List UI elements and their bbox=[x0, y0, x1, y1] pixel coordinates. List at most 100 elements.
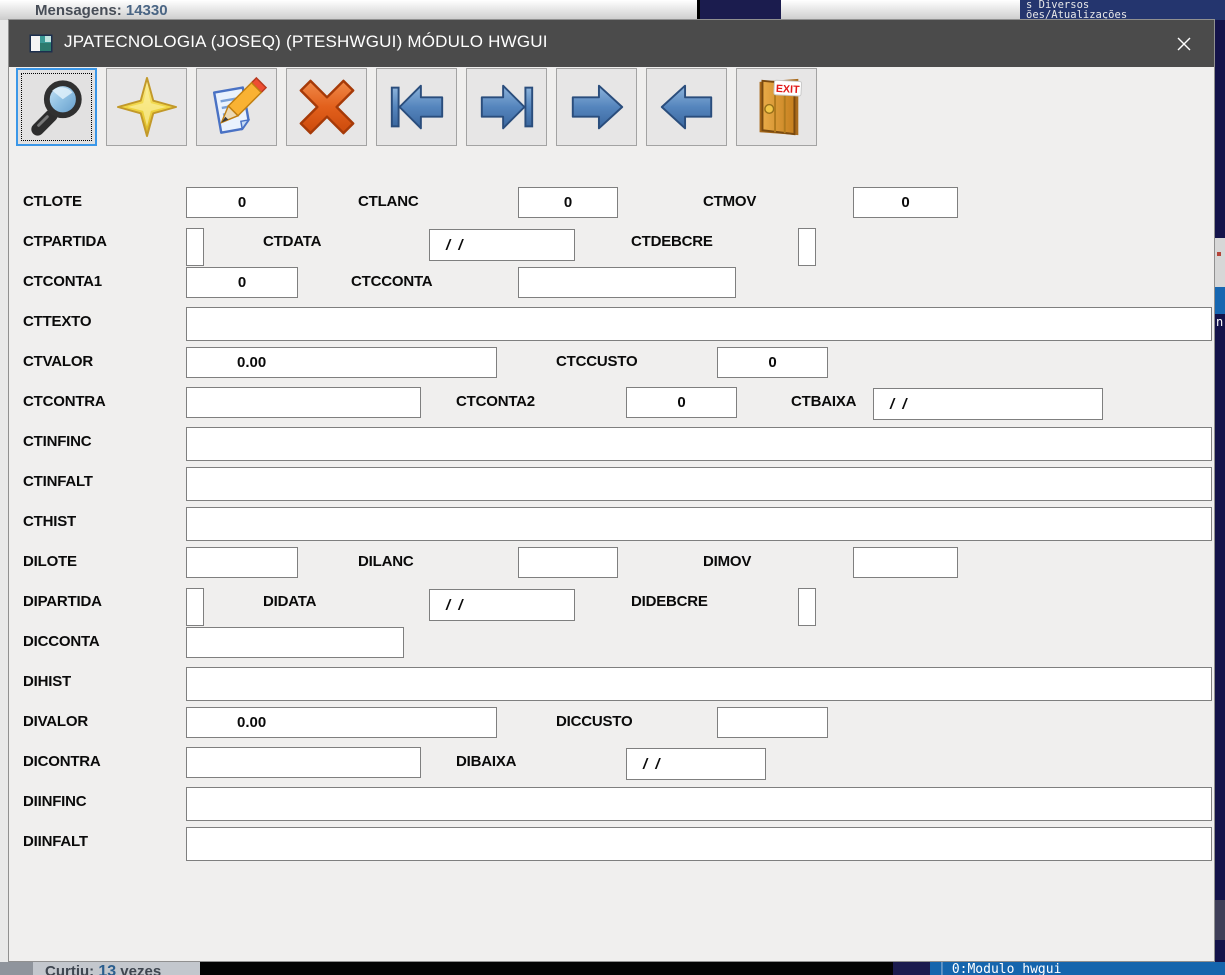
input-ctccusto[interactable]: 0 bbox=[717, 347, 828, 378]
label-ctvalor: CTVALOR bbox=[23, 353, 93, 370]
new-button[interactable] bbox=[106, 68, 187, 146]
value-dibaixa: / / bbox=[643, 755, 662, 773]
delete-button[interactable] bbox=[286, 68, 367, 146]
label-dicontra: DICONTRA bbox=[23, 753, 101, 770]
input-dicconta[interactable] bbox=[186, 627, 404, 658]
label-dipartida: DIPARTIDA bbox=[23, 593, 102, 610]
tmux-separator: │ bbox=[938, 962, 946, 975]
value-ctconta1: 0 bbox=[237, 274, 247, 291]
exit-label: EXIT bbox=[775, 83, 800, 96]
input-diinfalt[interactable] bbox=[186, 827, 1212, 861]
value-divalor: 0.00 bbox=[237, 714, 267, 731]
input-ctbaixa[interactable]: / / bbox=[873, 388, 1103, 420]
input-ctlanc[interactable]: 0 bbox=[518, 187, 618, 218]
input-ctmov[interactable]: 0 bbox=[853, 187, 958, 218]
background-terminal-fragment: s Diversos ões/Atualizações bbox=[1020, 0, 1225, 20]
input-dimov[interactable] bbox=[853, 547, 958, 578]
label-ctbaixa: CTBAIXA bbox=[791, 393, 857, 410]
label-dicconta: DICCONTA bbox=[23, 633, 100, 650]
value-ctccusto: 0 bbox=[768, 354, 777, 371]
label-ctconta1: CTCONTA1 bbox=[23, 273, 102, 290]
close-button[interactable] bbox=[1166, 28, 1202, 60]
input-ctpartida[interactable] bbox=[186, 228, 204, 266]
curtiu-suffix: vezes bbox=[120, 963, 162, 975]
input-ctinfinc[interactable] bbox=[186, 427, 1212, 461]
label-dilanc: DILANC bbox=[358, 553, 414, 570]
value-ctmov: 0 bbox=[901, 194, 910, 211]
input-dicontra[interactable] bbox=[186, 747, 421, 778]
messages-prefix: Mensagens: bbox=[35, 2, 122, 19]
label-ctpartida: CTPARTIDA bbox=[23, 233, 107, 250]
delete-x-icon bbox=[299, 79, 354, 135]
exit-button[interactable]: EXIT bbox=[736, 68, 817, 146]
label-ctmov: CTMOV bbox=[703, 193, 757, 210]
label-ctcontra: CTCONTRA bbox=[23, 393, 106, 410]
input-ctlote[interactable]: 0 bbox=[186, 187, 298, 218]
label-didata: DIDATA bbox=[263, 593, 317, 610]
input-ctvalor[interactable]: 0.00 bbox=[186, 347, 497, 378]
input-ctconta2[interactable]: 0 bbox=[626, 387, 737, 418]
curtiu-count: 13 bbox=[98, 963, 117, 975]
background-right-blue-patch bbox=[1215, 287, 1225, 314]
background-curtiu-text: Curtiu: 13 vezes bbox=[45, 963, 161, 975]
input-ctdebcre[interactable] bbox=[798, 228, 816, 266]
value-ctlanc: 0 bbox=[563, 194, 573, 211]
previous-record-button[interactable] bbox=[646, 68, 727, 146]
screen: Mensagens: 14330 s Diversos ões/Atualiza… bbox=[0, 0, 1225, 975]
background-black-bar bbox=[200, 962, 893, 975]
input-dilanc[interactable] bbox=[518, 547, 618, 578]
window-app-icon bbox=[29, 34, 53, 53]
tmux-status-bar: │ 0:Modulo hwgui bbox=[930, 962, 1225, 975]
tmux-status-text: 0:Modulo hwgui bbox=[951, 962, 1062, 975]
edit-button[interactable] bbox=[196, 68, 277, 146]
input-ctconta1[interactable]: 0 bbox=[186, 267, 298, 298]
label-dimov: DIMOV bbox=[703, 553, 752, 570]
next-record-button[interactable] bbox=[556, 68, 637, 146]
input-dibaixa[interactable]: / / bbox=[626, 748, 766, 780]
value-ctdata: / / bbox=[446, 236, 465, 254]
messages-count: 14330 bbox=[125, 2, 168, 19]
last-record-button[interactable] bbox=[466, 68, 547, 146]
value-ctvalor: 0.00 bbox=[237, 354, 267, 371]
value-ctconta2: 0 bbox=[677, 394, 686, 411]
label-cthist: CTHIST bbox=[23, 513, 76, 530]
close-icon bbox=[1177, 37, 1191, 51]
label-ctconta2: CTCONTA2 bbox=[456, 393, 535, 410]
input-ctdata[interactable]: / / bbox=[429, 229, 575, 261]
label-cttexto: CTTEXTO bbox=[23, 313, 92, 330]
label-ctinfalt: CTINFALT bbox=[23, 473, 93, 490]
edit-document-icon bbox=[212, 76, 267, 134]
arrow-first-icon bbox=[390, 84, 443, 130]
input-ctcconta[interactable] bbox=[518, 267, 736, 298]
background-right-red-dot bbox=[1217, 252, 1221, 256]
input-dilote[interactable] bbox=[186, 547, 298, 578]
label-ctdata: CTDATA bbox=[263, 233, 322, 250]
arrow-previous-icon bbox=[660, 84, 712, 130]
input-dipartida[interactable] bbox=[186, 588, 204, 626]
first-record-button[interactable] bbox=[376, 68, 457, 146]
arrow-next-icon bbox=[571, 84, 623, 130]
input-cthist[interactable] bbox=[186, 507, 1212, 541]
input-ctinfalt[interactable] bbox=[186, 467, 1212, 501]
label-dihist: DIHIST bbox=[23, 673, 71, 690]
input-didata[interactable]: / / bbox=[429, 589, 575, 621]
label-ctcconta: CTCCONTA bbox=[351, 273, 433, 290]
input-diccusto[interactable] bbox=[717, 707, 828, 738]
value-ctlote: 0 bbox=[237, 194, 247, 211]
background-right-char: n bbox=[1216, 315, 1224, 329]
label-diinfalt: DIINFALT bbox=[23, 833, 88, 850]
label-divalor: DIVALOR bbox=[23, 713, 88, 730]
value-didata: / / bbox=[446, 596, 465, 614]
background-messages-text: Mensagens: 14330 bbox=[35, 2, 168, 19]
background-bottom-gray-block bbox=[0, 962, 33, 975]
input-cttexto[interactable] bbox=[186, 307, 1212, 341]
window-title-bar[interactable]: JPATECNOLOGIA (JOSEQ) (PTESHWGUI) MÓDULO… bbox=[9, 20, 1214, 67]
input-divalor[interactable]: 0.00 bbox=[186, 707, 497, 738]
input-ctcontra[interactable] bbox=[186, 387, 421, 418]
input-dihist[interactable] bbox=[186, 667, 1212, 701]
input-didebcre[interactable] bbox=[798, 588, 816, 626]
search-button[interactable] bbox=[16, 68, 97, 146]
arrow-last-icon bbox=[480, 84, 533, 130]
label-diccusto: DICCUSTO bbox=[556, 713, 633, 730]
input-diinfinc[interactable] bbox=[186, 787, 1212, 821]
